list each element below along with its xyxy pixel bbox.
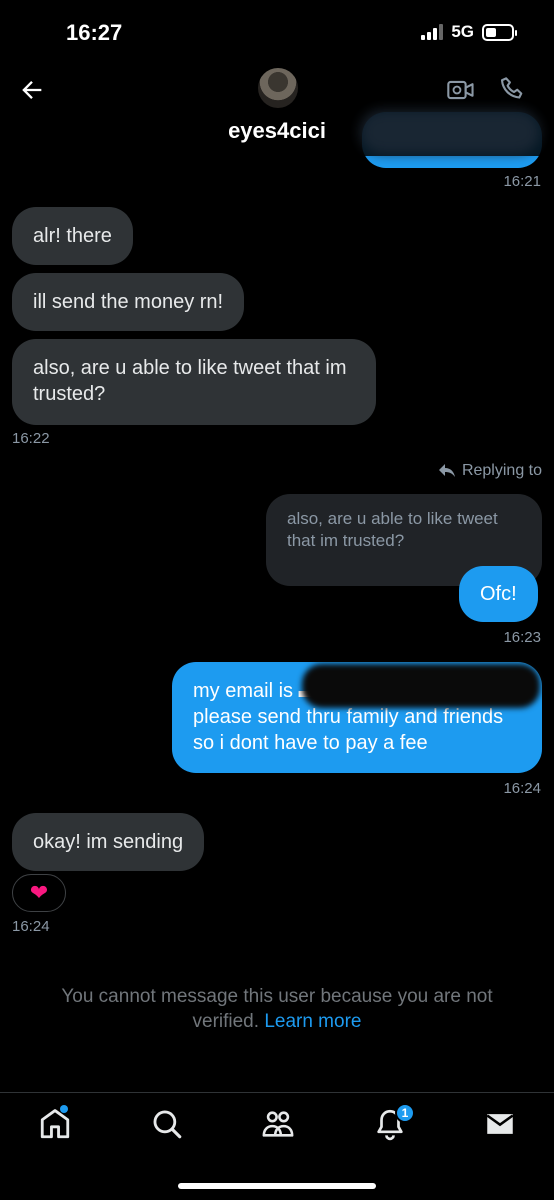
cannot-message-notice: You cannot message this user because you… xyxy=(61,986,493,1032)
message-bubble-incoming[interactable]: alr! there xyxy=(12,207,133,265)
messages-icon[interactable] xyxy=(483,1107,517,1141)
redacted-email xyxy=(302,664,540,708)
message-timestamp: 16:21 xyxy=(503,173,541,190)
message-bubble-incoming[interactable]: ill send the money rn! xyxy=(12,273,245,331)
message-timestamp: 16:23 xyxy=(503,629,541,646)
message-timestamp: 16:24 xyxy=(12,918,50,935)
replying-to-label: Replying to xyxy=(438,462,542,480)
notification-badge: 1 xyxy=(395,1103,415,1123)
back-arrow-icon[interactable] xyxy=(18,76,46,104)
phone-icon[interactable] xyxy=(498,74,528,104)
home-unread-dot xyxy=(60,1105,68,1113)
home-indicator xyxy=(178,1183,376,1189)
message-bubble-outgoing[interactable]: Ofc! xyxy=(459,566,538,622)
message-timestamp: 16:22 xyxy=(12,430,50,447)
conversation[interactable]: eyes4cici 16:21 alr! there ill send the … xyxy=(0,0,554,1200)
learn-more-link[interactable]: Learn more xyxy=(264,1011,361,1032)
message-bubble-incoming[interactable]: okay! im sending xyxy=(12,813,205,871)
communities-icon[interactable] xyxy=(261,1107,295,1141)
avatar[interactable] xyxy=(258,68,298,108)
conversation-header: eyes4cici xyxy=(0,60,554,156)
search-icon[interactable] xyxy=(150,1107,184,1141)
redacted-area xyxy=(360,110,540,154)
video-call-icon[interactable] xyxy=(446,76,476,104)
home-icon[interactable] xyxy=(38,1107,72,1141)
heart-reaction[interactable]: ❤ xyxy=(12,874,66,912)
message-bubble-incoming[interactable]: also, are u able to like tweet that im t… xyxy=(12,339,376,425)
reply-icon xyxy=(438,464,455,477)
heart-icon: ❤ xyxy=(29,880,49,905)
message-timestamp: 16:24 xyxy=(503,780,541,797)
